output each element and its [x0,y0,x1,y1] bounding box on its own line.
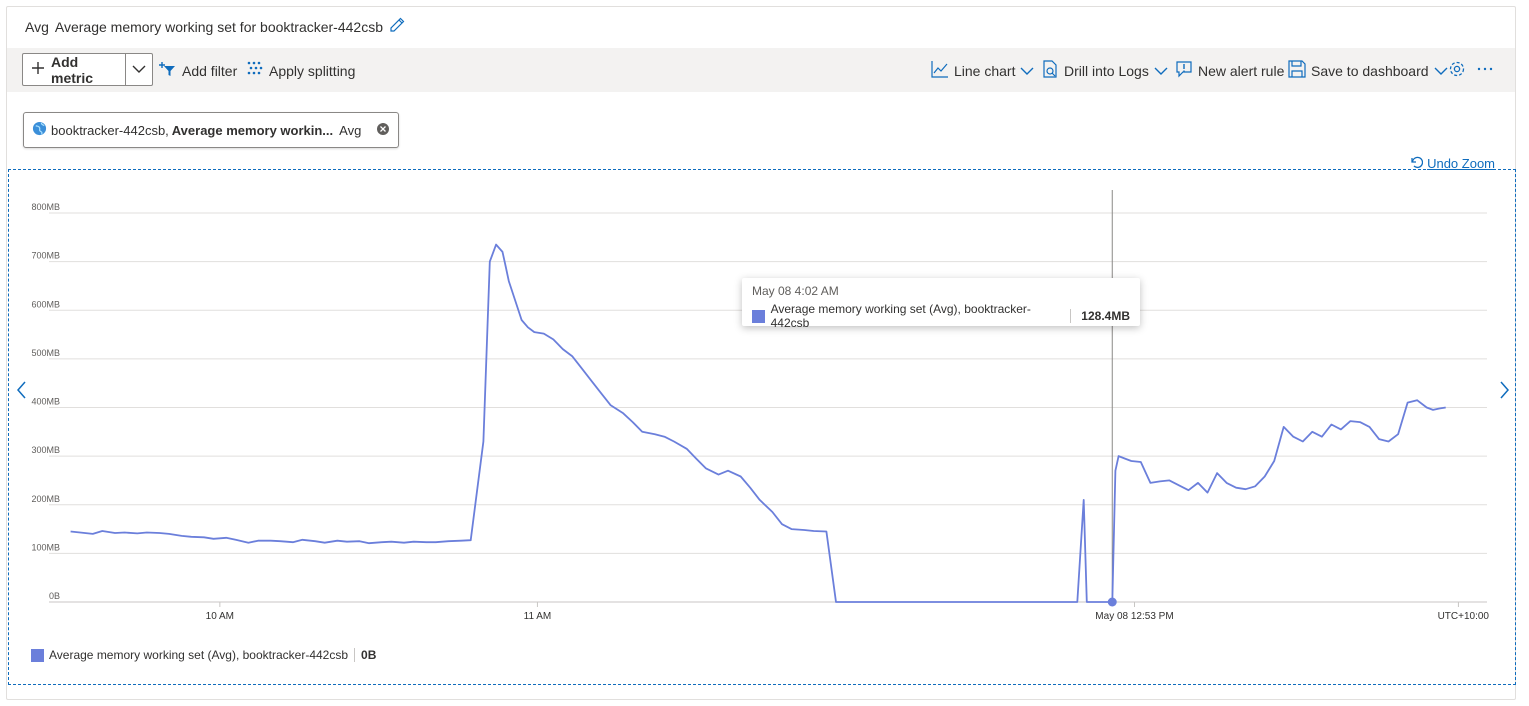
ellipsis-icon [1476,60,1494,81]
x-tick-label: 11 AM [524,611,552,622]
plus-icon [31,61,45,78]
tooltip-divider [1070,309,1072,323]
new-alert-rule-label: New alert rule [1198,62,1285,79]
edit-pencil-icon[interactable] [389,17,405,36]
hover-point-marker [1107,597,1117,607]
y-tick-label: 200MB [31,494,60,504]
title-text: Average memory working set for booktrack… [54,18,383,35]
more-options-button[interactable] [1476,60,1494,81]
metrics-panel: Avg Average memory working set for bookt… [6,6,1516,700]
metric-chip[interactable]: booktracker-442csb, Average memory worki… [23,112,399,148]
chart-legend[interactable]: Average memory working set (Avg), booktr… [31,648,376,662]
logs-icon [1041,60,1059,81]
resource-globe-icon [32,121,47,139]
legend-series-label: Average memory working set (Avg), booktr… [49,648,349,662]
save-to-dashboard-label: Save to dashboard [1311,62,1429,79]
tooltip-series-label: Average memory working set (Avg), booktr… [770,302,1031,330]
alert-icon [1175,60,1193,81]
filter-icon [159,60,177,81]
pan-left-chevron-icon[interactable] [15,380,29,400]
chevron-down-icon [132,61,146,79]
chip-resource: booktracker-442csb, [51,122,169,138]
add-metric-dropdown-button[interactable] [126,54,152,85]
chart-title: Avg Average memory working set for bookt… [25,17,405,36]
line-chart[interactable]: 0B 100MB 200MB 300MB 400MB 500MB 600MB 700MB 800… [9,170,1515,684]
y-tick-label: 500MB [31,348,60,358]
gear-icon [1448,60,1466,81]
splitting-icon [246,60,264,81]
y-tick-label: 300MB [31,445,60,455]
x-tick-label: May 08 12:53 PM [1095,611,1173,622]
chip-aggregation: Avg [339,122,362,138]
pan-right-chevron-icon[interactable] [1497,380,1511,400]
legend-series-swatch [31,648,44,662]
chevron-down-icon [1020,63,1034,79]
line-chart-button[interactable]: Line chart [931,60,1034,81]
x-tick-label: 10 AM [206,611,234,622]
new-alert-rule-button[interactable]: New alert rule [1175,60,1284,81]
add-metric-label: Add metric [51,53,94,86]
save-to-dashboard-button[interactable]: Save to dashboard [1288,60,1448,81]
legend-divider [354,648,356,662]
settings-gear-button[interactable] [1448,60,1466,81]
save-icon [1288,60,1306,81]
chevron-down-icon [1154,63,1168,79]
chart-area[interactable]: 0B 100MB 200MB 300MB 400MB 500MB 600MB 700MB 800… [8,169,1516,685]
remove-metric-close-icon[interactable] [376,122,390,139]
y-tick-label: 700MB [31,251,60,261]
y-tick-label: 800MB [31,202,60,212]
y-tick-label: 600MB [31,299,60,309]
add-filter-label: Add filter [182,62,238,79]
x-tick-label: UTC+10:00 [1438,611,1490,622]
tooltip-time: May 08 4:02 AM [752,284,839,298]
drill-into-logs-label: Drill into Logs [1064,62,1149,79]
apply-splitting-label: Apply splitting [269,62,356,79]
tooltip-value: 128.4MB [1081,309,1130,323]
y-tick-label: 100MB [31,542,60,552]
drill-into-logs-button[interactable]: Drill into Logs [1041,60,1168,81]
add-metric-split-button: Add metric [22,53,153,86]
add-metric-button[interactable]: Add metric [23,53,127,86]
add-filter-button[interactable]: Add filter [159,60,237,81]
chart-tooltip: May 08 4:02 AM Average memory working se… [742,278,1140,330]
title-prefix: Avg [25,18,49,35]
y-tick-label: 0B [49,591,60,601]
line-chart-label: Line chart [954,62,1016,79]
legend-value: 0B [361,648,377,662]
y-tick-label: 400MB [31,397,60,407]
toolbar: Add metric Add filter Apply splitting Li… [7,48,1515,92]
chip-metric: Average memory workin... [171,122,334,138]
tooltip-series-swatch [752,309,765,323]
chevron-down-icon [1434,63,1448,79]
line-chart-icon [931,60,949,81]
apply-splitting-button[interactable]: Apply splitting [246,60,355,81]
